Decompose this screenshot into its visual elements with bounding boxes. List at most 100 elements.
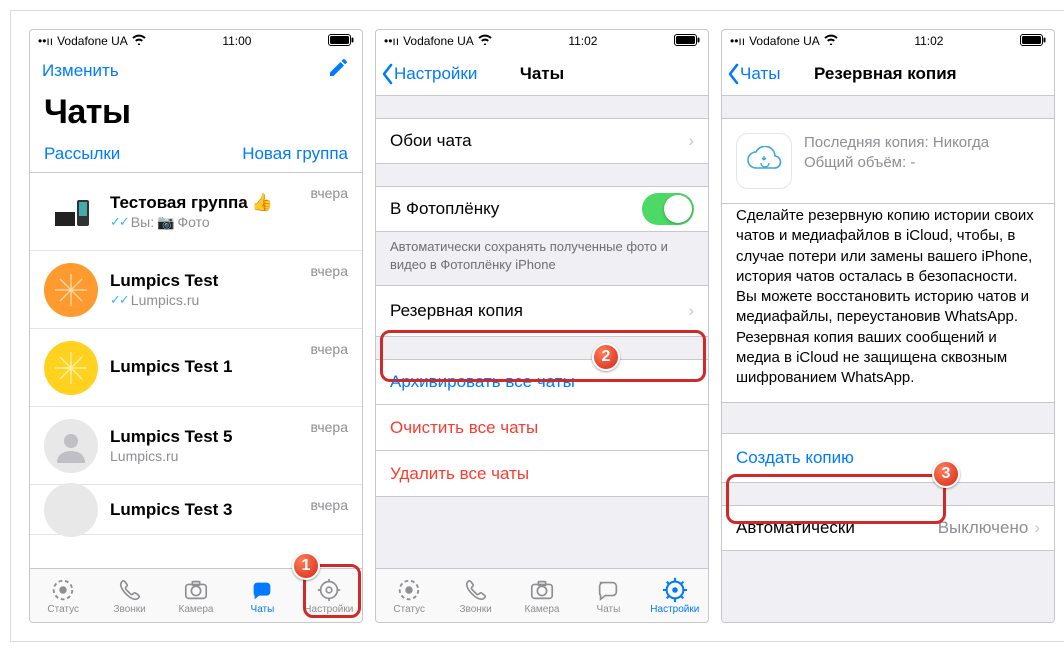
battery-icon <box>674 34 700 49</box>
tab-label: Статус <box>47 604 79 615</box>
step-badge-2: 2 <box>592 343 620 371</box>
status-bar: ••ıı Vodafone UA 11:02 <box>376 30 708 52</box>
wifi-icon <box>824 34 838 48</box>
avatar <box>44 263 98 317</box>
total-size-label: Общий объём: - <box>804 153 989 173</box>
backup-description: Сделайте резервную копию истории своих ч… <box>722 204 1054 403</box>
screen-chats: ••ıı Vodafone UA 11:00 Изменить Чаты Рас… <box>29 29 363 623</box>
page-title: Чаты <box>30 87 362 142</box>
back-label: Чаты <box>740 64 780 84</box>
chevron-right-icon: › <box>688 131 694 151</box>
last-backup-label: Последняя копия: Никогда <box>804 133 989 153</box>
tab-label: Звонки <box>459 604 491 615</box>
cell-label: Обои чата <box>390 131 472 151</box>
cell-label: Очистить все чаты <box>390 418 538 438</box>
footer-text: Автоматически сохранять полученные фото … <box>376 232 708 285</box>
tab-chats[interactable]: Чаты <box>229 569 295 622</box>
edit-button[interactable]: Изменить <box>42 61 119 81</box>
avatar <box>44 483 98 537</box>
read-ticks-icon: ✓✓ <box>110 292 128 308</box>
chevron-left-icon <box>380 63 394 85</box>
broadcasts-link[interactable]: Рассылки <box>44 144 120 164</box>
status-bar: ••ıı Vodafone UA 11:00 <box>30 30 362 52</box>
clock-label: 11:02 <box>568 34 597 48</box>
chat-name: Lumpics Test <box>110 271 218 291</box>
wifi-icon <box>132 34 146 48</box>
tab-label: Камера <box>179 604 214 615</box>
toggle-on[interactable] <box>642 193 694 225</box>
cell-label: Резервная копия <box>390 301 523 321</box>
chat-row[interactable]: Lumpics Test 5 Lumpics.ru вчера <box>30 407 362 485</box>
tab-chats[interactable]: Чаты <box>575 569 641 622</box>
tab-label: Камера <box>525 604 560 615</box>
signal-icon: ••ıı <box>730 34 745 48</box>
tab-bar: Статус Звонки Камера Чаты Настройки <box>376 568 708 622</box>
chat-row[interactable]: Lumpics Test 1 вчера <box>30 329 362 407</box>
cell-label: Создать копию <box>736 448 854 468</box>
back-button[interactable]: Настройки <box>376 63 477 85</box>
cell-label: Автоматически <box>736 518 855 538</box>
emoji-icon: 👍 <box>252 193 273 213</box>
chevron-right-icon: › <box>1034 518 1040 538</box>
avatar <box>44 185 98 239</box>
back-label: Настройки <box>394 64 477 84</box>
read-ticks-icon: ✓✓ <box>110 214 128 230</box>
tab-label: Настройки <box>304 604 353 615</box>
chat-row[interactable]: Lumpics Test 3 вчера <box>30 485 362 535</box>
tab-label: Чаты <box>251 604 275 615</box>
tab-label: Статус <box>393 604 425 615</box>
chat-time: вчера <box>311 497 348 513</box>
avatar <box>44 341 98 395</box>
tab-calls[interactable]: Звонки <box>442 569 508 622</box>
create-backup-cell[interactable]: Создать копию <box>722 433 1054 483</box>
tab-status[interactable]: Статус <box>376 569 442 622</box>
back-button[interactable]: Чаты <box>722 63 780 85</box>
chat-name: Lumpics Test 1 <box>110 357 233 377</box>
chat-time: вчера <box>311 341 348 357</box>
msg-prefix: Вы: <box>131 214 154 230</box>
msg-text: Фото <box>178 214 210 230</box>
tab-camera[interactable]: Камера <box>163 569 229 622</box>
chat-row[interactable]: Lumpics Test ✓✓ Lumpics.ru вчера <box>30 251 362 329</box>
backup-cell[interactable]: Резервная копия › <box>376 285 708 337</box>
auto-backup-cell[interactable]: Автоматически Выключено› <box>722 505 1054 551</box>
chat-name: Lumpics Test 3 <box>110 500 233 520</box>
clock-label: 11:00 <box>222 34 251 48</box>
new-group-link[interactable]: Новая группа <box>242 144 348 164</box>
chat-time: вчера <box>311 419 348 435</box>
signal-icon: ••ıı <box>384 34 399 48</box>
chat-time: вчера <box>311 263 348 279</box>
save-to-camera-roll-cell[interactable]: В Фотоплёнку <box>376 186 708 232</box>
chat-name: Тестовая группа <box>110 193 248 213</box>
step-badge-3: 3 <box>932 460 960 488</box>
wallpaper-cell[interactable]: Обои чата › <box>376 118 708 164</box>
tab-settings[interactable]: Настройки <box>642 569 708 622</box>
tab-status[interactable]: Статус <box>30 569 96 622</box>
cell-label: Удалить все чаты <box>390 464 529 484</box>
compose-icon[interactable] <box>326 56 350 85</box>
battery-icon <box>1020 34 1046 49</box>
avatar <box>44 419 98 473</box>
status-bar: ••ııVodafone UA 11:02 <box>722 30 1054 52</box>
chevron-left-icon <box>726 63 740 85</box>
chat-time: вчера <box>311 185 348 201</box>
screen-chat-settings: ••ıı Vodafone UA 11:02 Настройки Чаты Обо… <box>375 29 709 623</box>
auto-value: Выключено <box>938 518 1029 538</box>
camera-icon: 📷 <box>157 214 174 231</box>
tab-label: Чаты <box>597 604 621 615</box>
step-badge-1: 1 <box>292 552 320 580</box>
tab-camera[interactable]: Камера <box>509 569 575 622</box>
carrier-label: Vodafone UA <box>403 34 474 48</box>
chat-row[interactable]: Тестовая группа 👍 ✓✓ Вы: 📷 Фото вчера <box>30 173 362 251</box>
cell-label: В Фотоплёнку <box>390 199 499 219</box>
tab-label: Звонки <box>113 604 145 615</box>
clear-all-cell[interactable]: Очистить все чаты <box>376 405 708 451</box>
delete-all-cell[interactable]: Удалить все чаты <box>376 451 708 497</box>
wifi-icon <box>478 34 492 48</box>
signal-icon: ••ıı <box>38 34 53 48</box>
cloud-backup-icon <box>736 133 792 189</box>
battery-icon <box>328 34 354 49</box>
archive-all-cell[interactable]: Архивировать все чаты <box>376 359 708 405</box>
tab-calls[interactable]: Звонки <box>96 569 162 622</box>
msg-text: Lumpics.ru <box>131 292 199 308</box>
